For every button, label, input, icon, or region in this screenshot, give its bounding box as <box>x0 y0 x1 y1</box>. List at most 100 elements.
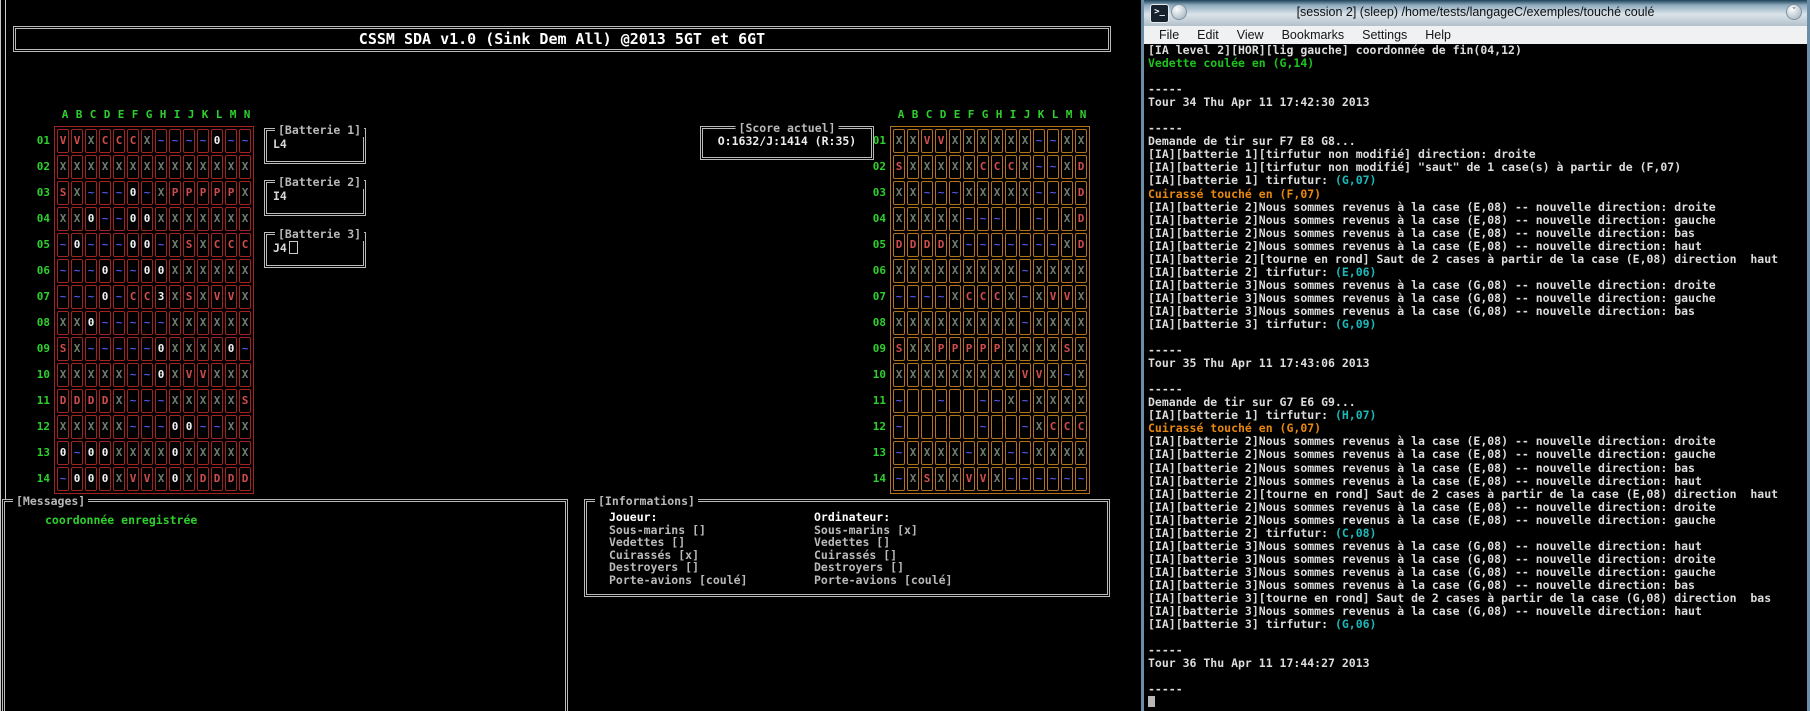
grid-row-label: 14 <box>866 466 888 492</box>
grid-cell: X <box>169 259 181 283</box>
grid-cell: C <box>977 285 989 309</box>
grid-cell: ~ <box>1033 233 1045 257</box>
grid-cell: X <box>935 311 947 335</box>
fleet-item: Vedettes [] <box>609 536 814 549</box>
menu-item-bookmarks[interactable]: Bookmarks <box>1273 28 1354 42</box>
grid-cell: X <box>197 207 209 231</box>
grid-cell: P <box>949 337 961 361</box>
grid-cell: ~ <box>977 389 989 413</box>
grid-cell <box>963 415 975 439</box>
grid-row-label: 04 <box>30 206 52 232</box>
grid-cell: C <box>977 155 989 179</box>
menu-item-view[interactable]: View <box>1228 28 1273 42</box>
terminal-line: ----- <box>1148 683 1806 696</box>
grid-row-label: 13 <box>866 440 888 466</box>
grid-cell: ~ <box>141 389 153 413</box>
grid-cell: X <box>977 181 989 205</box>
grid-cell: X <box>141 155 153 179</box>
grid-cell: X <box>1047 311 1059 335</box>
konsole-app-icon[interactable]: >_ <box>1150 4 1169 23</box>
grid-cell: X <box>197 155 209 179</box>
grid-cell: 0 <box>155 363 167 387</box>
grid-row-label: 07 <box>30 284 52 310</box>
grid-cell: X <box>1005 337 1017 361</box>
grid-cell: V <box>963 467 975 491</box>
grid-cell: ~ <box>1047 181 1059 205</box>
grid-cell: V <box>57 129 69 153</box>
grid-col-header: I <box>1006 108 1020 126</box>
terminal-line <box>1148 631 1806 644</box>
grid-cell: X <box>893 363 905 387</box>
grid-cell: V <box>197 363 209 387</box>
menu-item-help[interactable]: Help <box>1416 28 1460 42</box>
grid-cell: V <box>71 129 83 153</box>
grid-cell: X <box>183 389 195 413</box>
grid-cell: X <box>1047 389 1059 413</box>
grid-cell: V <box>921 129 933 153</box>
grid-cell: ~ <box>141 415 153 439</box>
grid-cell <box>1005 415 1017 439</box>
grid-cell: ~ <box>155 415 167 439</box>
terminal-menubar: FileEditViewBookmarksSettingsHelp <box>1144 26 1807 44</box>
grid-cell: ~ <box>1019 415 1031 439</box>
score-label: [Score actuel] <box>736 121 839 135</box>
grid-cell: ~ <box>963 207 975 231</box>
menu-item-file[interactable]: File <box>1150 28 1188 42</box>
grid-cell: C <box>99 129 111 153</box>
grid-cell: V <box>935 129 947 153</box>
grid-cell: X <box>893 311 905 335</box>
shade-button[interactable]: ˇ <box>1786 4 1802 20</box>
grid-cell: C <box>113 129 125 153</box>
grid-cell: ~ <box>85 285 97 309</box>
grid-cell: X <box>1061 311 1073 335</box>
menu-item-settings[interactable]: Settings <box>1353 28 1416 42</box>
grid-cell: X <box>225 155 237 179</box>
grid-cell: ~ <box>99 207 111 231</box>
grid-col-header: K <box>198 108 212 126</box>
grid-cell: X <box>893 207 905 231</box>
grid-cell: X <box>1075 363 1087 387</box>
grid-col-header: M <box>226 108 240 126</box>
grid-cell: V <box>141 467 153 491</box>
grid-cell: D <box>935 233 947 257</box>
grid-cell: V <box>225 285 237 309</box>
grid-col-header: J <box>1020 108 1034 126</box>
grid-cell: X <box>935 155 947 179</box>
grid-cell: X <box>907 441 919 465</box>
grid-cell: ~ <box>85 259 97 283</box>
grid-cell: X <box>1047 441 1059 465</box>
batterie-3-label: [Batterie 3] <box>275 227 364 241</box>
grid-cell: X <box>1033 389 1045 413</box>
grid-cell: X <box>949 311 961 335</box>
grid-cell: ~ <box>977 207 989 231</box>
grid-cell: 0 <box>183 415 195 439</box>
grid-cell: X <box>211 207 223 231</box>
grid-cell: X <box>1005 389 1017 413</box>
grid-cell: ~ <box>963 441 975 465</box>
grid-cell: ~ <box>1019 441 1031 465</box>
grid-cell: X <box>113 155 125 179</box>
grid-cell: P <box>225 181 237 205</box>
terminal-line <box>1148 370 1806 383</box>
grid-cell: ~ <box>1005 467 1017 491</box>
grid-cell: C <box>963 285 975 309</box>
menu-item-edit[interactable]: Edit <box>1188 28 1228 42</box>
terminal-titlebar[interactable]: >_ [session 2] (sleep) /home/tests/langa… <box>1144 0 1807 26</box>
grid-cell: 0 <box>141 259 153 283</box>
grid-cell: 0 <box>85 441 97 465</box>
grid-cell: S <box>57 181 69 205</box>
grid-col-header: J <box>184 108 198 126</box>
grid-cell: X <box>141 129 153 153</box>
grid-cell: X <box>71 337 83 361</box>
grid-cell: D <box>1075 233 1087 257</box>
grid-cell: X <box>239 441 251 465</box>
grid-col-header: G <box>978 108 992 126</box>
terminal-output[interactable]: [IA level 2][HOR][lig gauche] coordonnée… <box>1148 44 1806 711</box>
grid-cell: X <box>239 155 251 179</box>
grid-cell: ~ <box>113 233 125 257</box>
grid-cell: 0 <box>127 233 139 257</box>
batterie-1-box: [Batterie 1] L4 <box>264 128 366 164</box>
grid-cell: ~ <box>1047 155 1059 179</box>
grid-cell: P <box>197 181 209 205</box>
grid-cell: X <box>239 259 251 283</box>
